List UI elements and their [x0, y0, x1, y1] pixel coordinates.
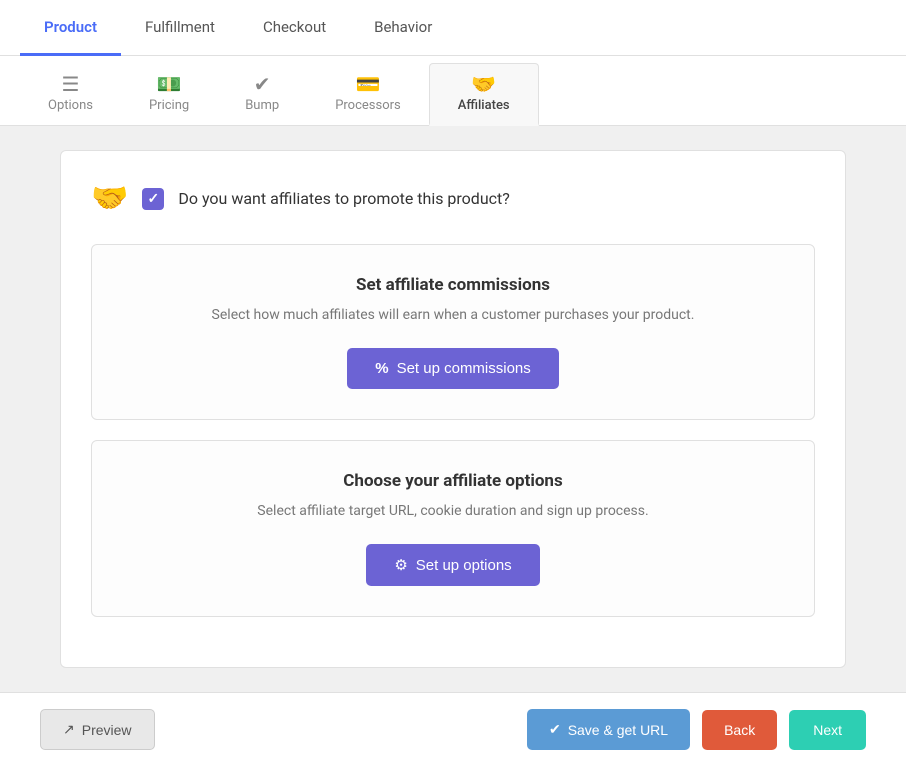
options-icon: ☰ — [62, 74, 80, 94]
affiliate-handshake-icon: 🤝 — [91, 181, 128, 216]
affiliates-icon: 🤝 — [471, 74, 496, 94]
back-label: Back — [724, 722, 755, 738]
save-label: Save & get URL — [568, 722, 668, 738]
top-nav-product[interactable]: Product — [20, 0, 121, 56]
top-nav-checkout-label: Checkout — [263, 18, 326, 36]
preview-icon: ↗ — [63, 721, 75, 738]
options-card-desc: Select affiliate target URL, cookie dura… — [112, 501, 794, 522]
footer-right: ✔ Save & get URL Back Next — [527, 709, 866, 750]
save-get-url-button[interactable]: ✔ Save & get URL — [527, 709, 690, 750]
preview-button[interactable]: ↗ Preview — [40, 709, 155, 750]
affiliate-toggle-label: Do you want affiliates to promote this p… — [178, 189, 509, 208]
next-button[interactable]: Next — [789, 710, 866, 750]
preview-label: Preview — [82, 722, 132, 738]
sub-nav-affiliates-label: Affiliates — [458, 98, 510, 113]
sub-nav-pricing[interactable]: 💵 Pricing — [121, 64, 217, 126]
next-label: Next — [813, 722, 842, 738]
set-up-commissions-button[interactable]: % Set up commissions — [347, 348, 559, 389]
content-panel: 🤝 Do you want affiliates to promote this… — [60, 150, 846, 668]
back-button[interactable]: Back — [702, 710, 777, 750]
top-nav-fulfillment[interactable]: Fulfillment — [121, 0, 239, 56]
set-up-options-label: Set up options — [416, 557, 512, 574]
options-card-title: Choose your affiliate options — [112, 471, 794, 491]
options-card: Choose your affiliate options Select aff… — [91, 440, 815, 617]
top-nav: Product Fulfillment Checkout Behavior — [0, 0, 906, 56]
commissions-card: Set affiliate commissions Select how muc… — [91, 244, 815, 420]
sub-nav-affiliates[interactable]: 🤝 Affiliates — [429, 63, 539, 126]
top-nav-checkout[interactable]: Checkout — [239, 0, 350, 56]
top-nav-fulfillment-label: Fulfillment — [145, 18, 215, 36]
set-up-options-button[interactable]: ⚙ Set up options — [366, 544, 539, 586]
affiliate-toggle-row: 🤝 Do you want affiliates to promote this… — [91, 181, 815, 216]
set-up-commissions-label: Set up commissions — [397, 360, 531, 377]
footer: ↗ Preview ✔ Save & get URL Back Next — [0, 692, 906, 766]
percent-icon: % — [375, 360, 388, 377]
sub-nav-options[interactable]: ☰ Options — [20, 64, 121, 126]
commissions-card-desc: Select how much affiliates will earn whe… — [112, 305, 794, 326]
gear-icon: ⚙ — [394, 556, 407, 574]
commissions-card-title: Set affiliate commissions — [112, 275, 794, 295]
affiliate-checkbox[interactable] — [142, 188, 164, 210]
sub-nav: ☰ Options 💵 Pricing ✔ Bump 💳 Processors … — [0, 56, 906, 126]
sub-nav-pricing-label: Pricing — [149, 98, 189, 113]
processors-icon: 💳 — [356, 74, 381, 94]
top-nav-behavior-label: Behavior — [374, 18, 432, 36]
top-nav-product-label: Product — [44, 18, 97, 36]
bump-icon: ✔ — [254, 74, 271, 94]
sub-nav-bump-label: Bump — [245, 98, 279, 113]
sub-nav-processors[interactable]: 💳 Processors — [307, 64, 429, 126]
pricing-icon: 💵 — [157, 74, 182, 94]
sub-nav-options-label: Options — [48, 98, 93, 113]
main-content: 🤝 Do you want affiliates to promote this… — [0, 126, 906, 692]
sub-nav-bump[interactable]: ✔ Bump — [217, 64, 307, 126]
top-nav-behavior[interactable]: Behavior — [350, 0, 456, 56]
save-checkmark-icon: ✔ — [549, 721, 561, 738]
sub-nav-processors-label: Processors — [335, 98, 401, 113]
